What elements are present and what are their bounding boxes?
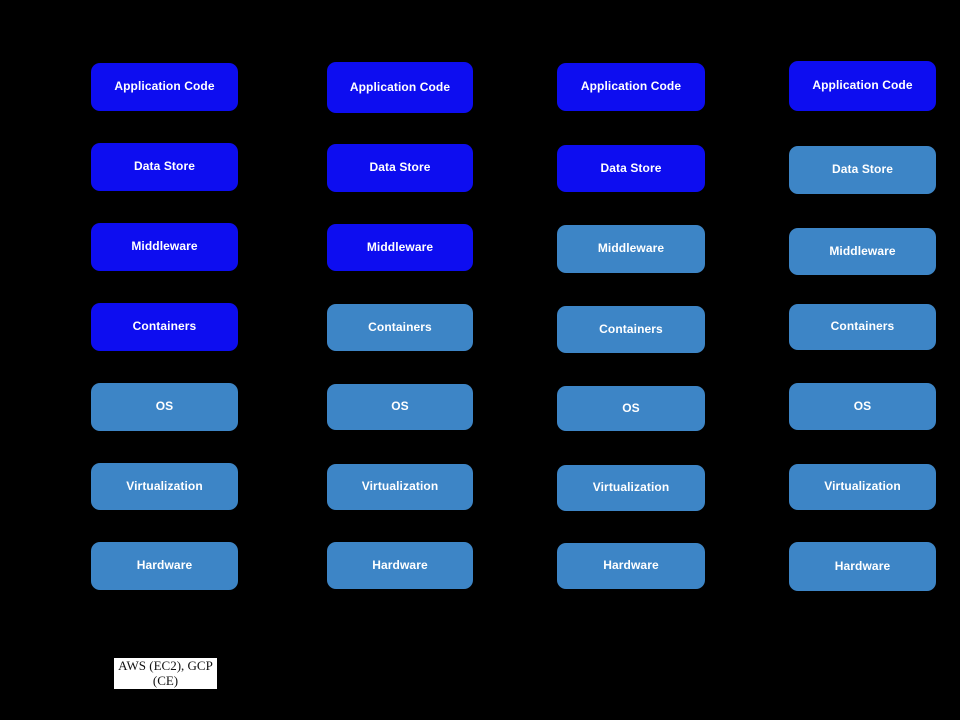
layer-box-virtualization-column-1[interactable]: Virtualization: [91, 463, 238, 510]
layer-label: OS: [155, 399, 174, 414]
layer-label: Virtualization: [824, 479, 901, 494]
layer-label: Virtualization: [361, 479, 439, 494]
column-caption-column-1: AWS (EC2), GCP (CE): [114, 658, 217, 689]
layer-label: OS: [853, 398, 872, 413]
stack-column-1: Application Code Data Store Middleware Cont…: [91, 0, 238, 720]
layer-label: Data Store: [831, 162, 894, 177]
layer-label: Hardware: [603, 558, 659, 573]
layer-label: Data Store: [600, 160, 662, 175]
layer-box-os-column-4[interactable]: OS: [789, 383, 936, 430]
layer-label: Hardware: [834, 558, 891, 573]
layer-box-containers-column-4[interactable]: Containers: [789, 304, 936, 350]
layer-label: Middleware: [829, 243, 896, 258]
layer-box-hardware-column-1[interactable]: Hardware: [91, 542, 238, 590]
layer-label: Virtualization: [592, 480, 670, 495]
layer-label: Containers: [132, 319, 197, 334]
layer-label: Containers: [830, 319, 895, 334]
layer-label: Containers: [368, 319, 432, 334]
layer-label: Virtualization: [126, 478, 203, 493]
layer-box-containers-column-2[interactable]: Containers: [327, 304, 473, 351]
layer-box-virtualization-column-2[interactable]: Virtualization: [327, 464, 473, 510]
layer-label: Middleware: [366, 239, 434, 254]
layer-box-virtualization-column-4[interactable]: Virtualization: [789, 464, 936, 510]
layer-box-virtualization-column-3[interactable]: Virtualization: [557, 465, 705, 511]
layer-box-application-code-column-4[interactable]: Application Code: [789, 61, 936, 111]
layer-label: Application Code: [580, 79, 682, 94]
layer-box-application-code-column-2[interactable]: Application Code: [327, 62, 473, 113]
layer-box-hardware-column-4[interactable]: Hardware: [789, 542, 936, 591]
diagram-canvas: Application Code Data Store Middleware Cont…: [0, 0, 960, 720]
layer-box-containers-column-1[interactable]: Containers: [91, 303, 238, 351]
layer-label: OS: [622, 400, 640, 415]
layer-box-hardware-column-3[interactable]: Hardware: [557, 543, 705, 589]
layer-label: Data Store: [133, 159, 196, 174]
layer-box-hardware-column-2[interactable]: Hardware: [327, 542, 473, 589]
layer-box-middleware-column-2[interactable]: Middleware: [327, 224, 473, 271]
layer-label: Hardware: [372, 557, 428, 572]
layer-box-data-store-column-1[interactable]: Data Store: [91, 143, 238, 191]
layer-label: Middleware: [597, 241, 665, 256]
layer-box-os-column-2[interactable]: OS: [327, 384, 473, 430]
layer-box-data-store-column-4[interactable]: Data Store: [789, 146, 936, 194]
layer-label: Containers: [599, 321, 663, 336]
layer-label: Hardware: [136, 558, 193, 573]
layer-label: Middleware: [131, 239, 198, 254]
layer-label: Application Code: [349, 79, 451, 94]
stack-column-4: Application Code Data Store Middleware Cont…: [789, 0, 936, 720]
layer-box-os-column-3[interactable]: OS: [557, 386, 705, 431]
layer-box-middleware-column-1[interactable]: Middleware: [91, 223, 238, 271]
layer-box-application-code-column-3[interactable]: Application Code: [557, 63, 705, 111]
layer-label: Data Store: [369, 160, 431, 175]
layer-box-data-store-column-3[interactable]: Data Store: [557, 145, 705, 192]
layer-box-application-code-column-1[interactable]: Application Code: [91, 63, 238, 111]
layer-label: Application Code: [114, 79, 215, 94]
layer-box-os-column-1[interactable]: OS: [91, 383, 238, 431]
layer-box-data-store-column-2[interactable]: Data Store: [327, 144, 473, 192]
layer-label: Application Code: [812, 78, 913, 93]
stack-column-2: Application Code Data Store Middleware Cont…: [327, 0, 473, 720]
layer-box-middleware-column-3[interactable]: Middleware: [557, 225, 705, 273]
layer-box-middleware-column-4[interactable]: Middleware: [789, 228, 936, 275]
stack-column-3: Application Code Data Store Middleware Cont…: [557, 0, 705, 720]
layer-box-containers-column-3[interactable]: Containers: [557, 306, 705, 353]
layer-label: OS: [391, 399, 409, 414]
